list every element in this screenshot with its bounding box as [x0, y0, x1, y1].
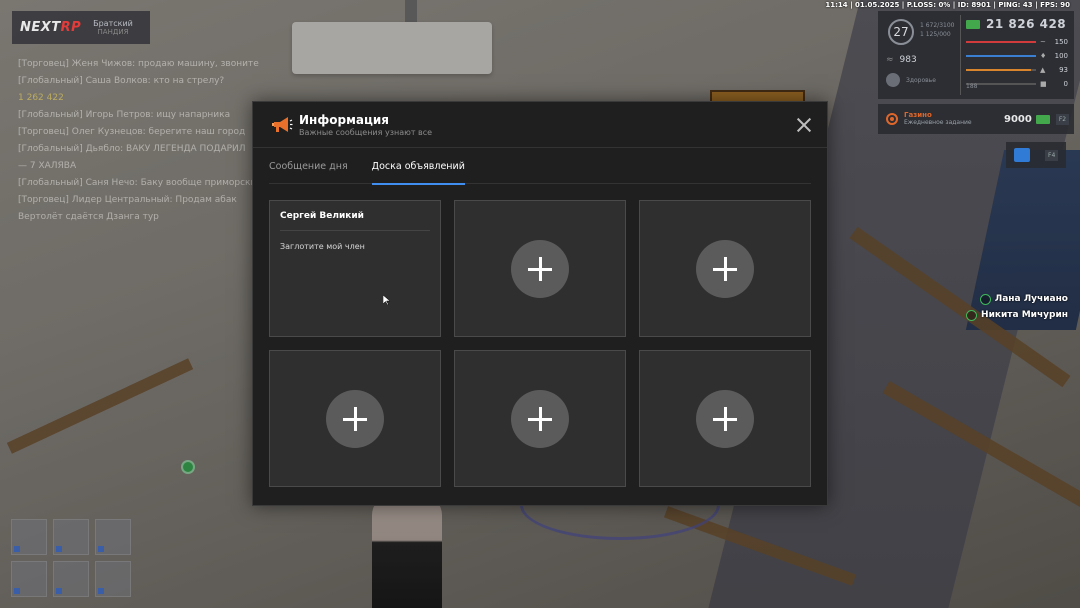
server-logo: NEXTRP	[20, 20, 82, 35]
empty-bulletin-card[interactable]	[454, 200, 626, 337]
card-text: Заглотите мой член	[280, 242, 365, 251]
plus-icon[interactable]	[511, 240, 569, 298]
bulletin-card[interactable]: Сергей Великий Заглотите мой член	[269, 200, 441, 337]
stat-value: 0	[1063, 80, 1068, 88]
donate-row: ≈ 983	[886, 53, 956, 67]
bulletin-grid: Сергей Великий Заглотите мой член	[269, 200, 811, 487]
target-icon	[886, 113, 898, 125]
empty-bulletin-card[interactable]	[639, 350, 811, 487]
microphone-icon	[979, 293, 991, 305]
chat-line: [Глобальный] Саша Волков: кто на стрелу?	[18, 76, 225, 86]
task-amount: 9000	[1004, 113, 1032, 125]
modal-tabs: Сообщение дня Доска объявлений	[269, 148, 811, 185]
weapon-slot[interactable]	[95, 519, 131, 555]
information-modal: Информация Важные сообщения узнают все С…	[252, 101, 828, 506]
mouse-cursor-icon	[383, 295, 391, 305]
faction-label: Братский ПАНДИЯ	[93, 18, 133, 37]
megaphone-icon	[272, 117, 293, 132]
voice-list: Лана Лучиано Никита Мичурин	[966, 291, 1068, 323]
empty-bulletin-card[interactable]	[454, 350, 626, 487]
stat-bar	[966, 55, 1036, 57]
plus-icon[interactable]	[511, 390, 569, 448]
weapon-slot[interactable]	[53, 519, 89, 555]
stat-value: 150	[1054, 38, 1068, 46]
microphone-icon	[966, 309, 978, 321]
task-hotkey: F2	[1055, 113, 1070, 125]
modal-subtitle: Важные сообщения узнают все	[299, 128, 433, 137]
cash-icon	[966, 19, 980, 29]
chat-line: 1 262 422	[18, 93, 64, 103]
stat-value: 93	[1059, 66, 1068, 74]
modal-header: Информация Важные сообщения узнают все	[253, 102, 827, 148]
card-divider	[280, 230, 430, 231]
tab-bulletin-board[interactable]: Доска объявлений	[371, 148, 466, 185]
empty-bulletin-card[interactable]	[269, 350, 441, 487]
voice-row: Никита Мичурин	[966, 307, 1068, 323]
stat-icon: ▲	[1040, 66, 1046, 74]
tab-message-of-the-day[interactable]: Сообщение дня	[269, 148, 348, 184]
chat-line: [Глобальный] Игорь Петров: ищу напарника	[18, 110, 231, 120]
daily-task-panel[interactable]: Газино Ежедневное задание 9000 F2	[878, 104, 1074, 134]
weapon-slot[interactable]	[11, 561, 47, 597]
chat-line: [Торговец] Женя Чижов: продаю машину, зв…	[18, 59, 259, 69]
weapon-slots	[11, 519, 131, 597]
wings-icon: ≈	[886, 55, 894, 65]
donate-value: 983	[899, 55, 917, 65]
stat-bar-row: ■ 0	[966, 79, 1068, 89]
server-logo-box: NEXTRP Братский ПАНДИЯ	[12, 11, 150, 44]
stat-bar-row: ▲ 93	[966, 65, 1068, 75]
heart-icon	[886, 73, 900, 87]
chat-line: — 7 ХАЛЯВА	[18, 161, 77, 171]
status-line: 11:14 | 01.05.2025 | P.LOSS: 0% | ID: 89…	[825, 1, 1070, 9]
hud-panel: 27 1 672/3100 1 125/000 ≈ 983 Здоровье 2…	[878, 11, 1074, 99]
weapon-slot[interactable]	[11, 519, 47, 555]
stat-bar-row: ♦ 100	[966, 51, 1068, 61]
level-info: 1 672/3100 1 125/000	[920, 22, 955, 38]
stat-bar	[966, 69, 1036, 71]
card-author: Сергей Великий	[280, 211, 364, 221]
plus-icon[interactable]	[696, 240, 754, 298]
voice-row: Лана Лучиано	[966, 291, 1068, 307]
stat-bar-row: ~150	[966, 37, 1068, 47]
plus-icon[interactable]	[696, 390, 754, 448]
calendar-panel[interactable]: F4	[1006, 142, 1066, 168]
money-display: 21 826 428	[966, 17, 1066, 31]
weapon-slot[interactable]	[95, 561, 131, 597]
calendar-hotkey: F4	[1045, 149, 1059, 161]
level-badge: 27	[888, 19, 914, 45]
plus-icon[interactable]	[326, 390, 384, 448]
empty-bulletin-card[interactable]	[639, 200, 811, 337]
weapon-slot[interactable]	[53, 561, 89, 597]
stat-icon: ♦	[1040, 52, 1047, 60]
chat-line: [Глобальный] Дьябло: ВАКУ ЛЕГЕНДА ПОДАРИ…	[18, 144, 246, 154]
chat-line: [Торговец] Олег Кузнецов: берегите наш г…	[18, 127, 246, 137]
chat-log: [Торговец] Женя Чижов: продаю машину, зв…	[18, 56, 268, 226]
calendar-icon	[1013, 148, 1030, 162]
chat-line: [Торговец] Лидер Центральный: Продам аба…	[18, 195, 237, 205]
stat-icon: ~	[1040, 38, 1046, 46]
stat-icon: ■	[1040, 80, 1047, 88]
health-row: Здоровье	[886, 73, 956, 87]
money-value: 21 826 428	[986, 17, 1067, 31]
close-icon[interactable]	[795, 116, 813, 134]
hud-divider	[960, 15, 961, 95]
modal-title: Информация	[299, 113, 389, 127]
hud-bottom: 188	[966, 83, 978, 90]
stat-bar	[966, 41, 1036, 43]
stat-value: 100	[1054, 52, 1068, 60]
chat-line: Вертолёт сдаётся Дзанга тур	[18, 212, 159, 222]
chat-line: [Глобальный] Саня Нечо: Баку вообще прим…	[18, 178, 263, 188]
task-info: Газино Ежедневное задание	[904, 111, 972, 126]
cash-icon	[1035, 114, 1050, 124]
